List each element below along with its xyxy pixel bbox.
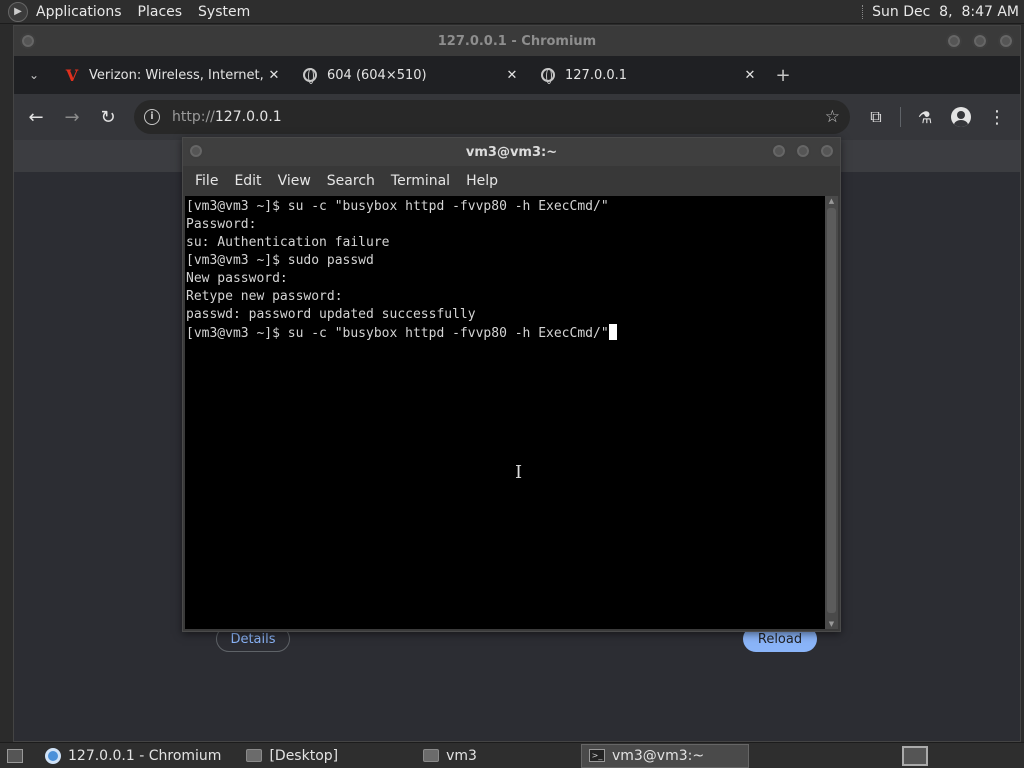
terminal-line: [vm3@vm3 ~]$ su -c "busybox httpd -fvvp8… — [186, 326, 609, 341]
address-bar[interactable]: i http://127.0.0.1 ☆ — [134, 100, 850, 134]
minimize-button[interactable] — [771, 143, 787, 159]
taskbar-item-terminal[interactable]: >_ vm3@vm3:~ — [580, 743, 749, 768]
chromium-titlebar[interactable]: 127.0.0.1 - Chromium — [14, 26, 1020, 56]
taskbar-label: vm3 — [446, 747, 477, 764]
verizon-icon: V — [65, 65, 79, 85]
reload-icon[interactable]: ↻ — [90, 107, 126, 128]
terminal-screen[interactable]: [vm3@vm3 ~]$ su -c "busybox httpd -fvvp8… — [185, 196, 827, 629]
tab-verizon[interactable]: V Verizon: Wireless, Internet, T ✕ — [54, 56, 292, 94]
show-desktop-button[interactable] — [0, 744, 36, 768]
browser-toolbar: ← → ↻ i http://127.0.0.1 ☆ ⧉ ⚗ ⋮ — [14, 94, 1020, 140]
terminal-line: [vm3@vm3 ~]$ su -c "busybox httpd -fvvp8… — [186, 199, 609, 214]
top-panel: ▶ Applications Places System Sun Dec 8, … — [0, 0, 1024, 24]
menu-places[interactable]: Places — [130, 0, 191, 24]
back-arrow-icon[interactable]: ← — [18, 107, 54, 128]
menu-edit[interactable]: Edit — [226, 173, 269, 189]
url-text[interactable]: http://127.0.0.1 — [172, 109, 825, 125]
maximize-button[interactable] — [795, 143, 811, 159]
panel-grip — [862, 4, 866, 19]
terminal-window: vm3@vm3:~ File Edit View Search Terminal… — [182, 137, 841, 632]
menu-file[interactable]: File — [187, 173, 226, 189]
more-menu-icon[interactable]: ⋮ — [979, 107, 1015, 128]
maximize-button[interactable] — [972, 33, 988, 49]
url-scheme: http:// — [172, 109, 215, 125]
terminal-titlebar[interactable]: vm3@vm3:~ — [183, 138, 840, 166]
tab-localhost[interactable]: 127.0.0.1 ✕ — [530, 56, 768, 94]
clock[interactable]: Sun Dec 8, 8:47 AM — [872, 4, 1024, 20]
terminal-line: New password: — [186, 271, 288, 286]
chromium-icon — [44, 747, 62, 764]
chromium-window-title: 127.0.0.1 - Chromium — [437, 33, 597, 49]
url-host: 127.0.0.1 — [214, 109, 282, 125]
terminal-line: passwd: password updated successfully — [186, 307, 476, 322]
taskbar-item-vm3-folder[interactable]: vm3 — [416, 744, 483, 768]
globe-icon — [540, 67, 556, 84]
labs-flask-icon[interactable]: ⚗ — [907, 108, 943, 127]
folder-icon — [245, 748, 263, 764]
new-tab-button[interactable]: + — [768, 65, 798, 86]
system-logo-icon[interactable]: ▶ — [8, 1, 28, 22]
scrollbar-thumb[interactable] — [827, 208, 836, 613]
close-window-button[interactable] — [998, 33, 1014, 49]
tab-close-icon[interactable]: ✕ — [266, 68, 282, 83]
tab-title: 604 (604×510) — [327, 67, 427, 83]
taskbar-label: 127.0.0.1 - Chromium — [68, 747, 222, 764]
minimize-button[interactable] — [946, 33, 962, 49]
bookmark-star-icon[interactable]: ☆ — [825, 107, 840, 127]
forward-arrow-icon[interactable]: → — [54, 107, 90, 128]
desktop-icon — [6, 748, 24, 764]
window-menu-button[interactable] — [188, 143, 204, 159]
tab-title: Verizon: Wireless, Internet, T — [89, 67, 266, 83]
workspace-switcher[interactable] — [902, 745, 928, 766]
scroll-down-arrow-icon[interactable]: ▼ — [825, 620, 838, 628]
terminal-current-line: [vm3@vm3 ~]$ su -c "busybox httpd -fvvp8… — [186, 324, 827, 343]
window-menu-button[interactable] — [20, 33, 36, 49]
bottom-panel: 127.0.0.1 - Chromium [Desktop] vm3 >_ vm… — [0, 742, 1024, 768]
terminal-line: su: Authentication failure — [186, 235, 390, 250]
tab-image-604[interactable]: 604 (604×510) ✕ — [292, 56, 530, 94]
text-cursor — [608, 324, 617, 340]
menu-help[interactable]: Help — [458, 173, 506, 189]
profile-avatar-icon[interactable] — [943, 107, 979, 127]
terminal-line: Retype new password: — [186, 289, 343, 304]
menu-view[interactable]: View — [270, 173, 319, 189]
tab-close-icon[interactable]: ✕ — [742, 68, 758, 83]
scroll-up-arrow-icon[interactable]: ▲ — [825, 197, 838, 205]
close-window-button[interactable] — [819, 143, 835, 159]
terminal-scrollbar[interactable]: ▲ ▼ — [825, 196, 838, 629]
taskbar-label: [Desktop] — [269, 747, 339, 764]
tab-search-chevron-icon[interactable]: ⌄ — [14, 68, 54, 82]
ibeam-mouse-cursor-icon: I — [515, 462, 523, 483]
tab-title: 127.0.0.1 — [565, 67, 628, 83]
menu-search[interactable]: Search — [319, 173, 383, 189]
tab-strip: ⌄ V Verizon: Wireless, Internet, T ✕ 604… — [14, 56, 1020, 94]
terminal-line: Password: — [186, 217, 257, 232]
taskbar-item-chromium[interactable]: 127.0.0.1 - Chromium — [38, 744, 227, 768]
tab-close-icon[interactable]: ✕ — [504, 68, 520, 83]
terminal-icon: >_ — [588, 748, 606, 764]
terminal-menubar: File Edit View Search Terminal Help — [183, 166, 840, 196]
menu-system[interactable]: System — [190, 0, 258, 24]
terminal-window-title: vm3@vm3:~ — [465, 144, 558, 160]
globe-icon — [302, 67, 318, 84]
taskbar-item-desktop[interactable]: [Desktop] — [239, 744, 344, 768]
home-folder-icon — [422, 748, 440, 764]
terminal-line: [vm3@vm3 ~]$ sudo passwd — [186, 253, 374, 268]
extensions-puzzle-icon[interactable]: ⧉ — [858, 107, 894, 127]
menu-terminal[interactable]: Terminal — [383, 173, 458, 189]
toolbar-separator — [900, 107, 901, 127]
site-info-icon[interactable]: i — [144, 109, 160, 125]
taskbar-label: vm3@vm3:~ — [611, 747, 705, 764]
menu-applications[interactable]: Applications — [28, 0, 130, 24]
